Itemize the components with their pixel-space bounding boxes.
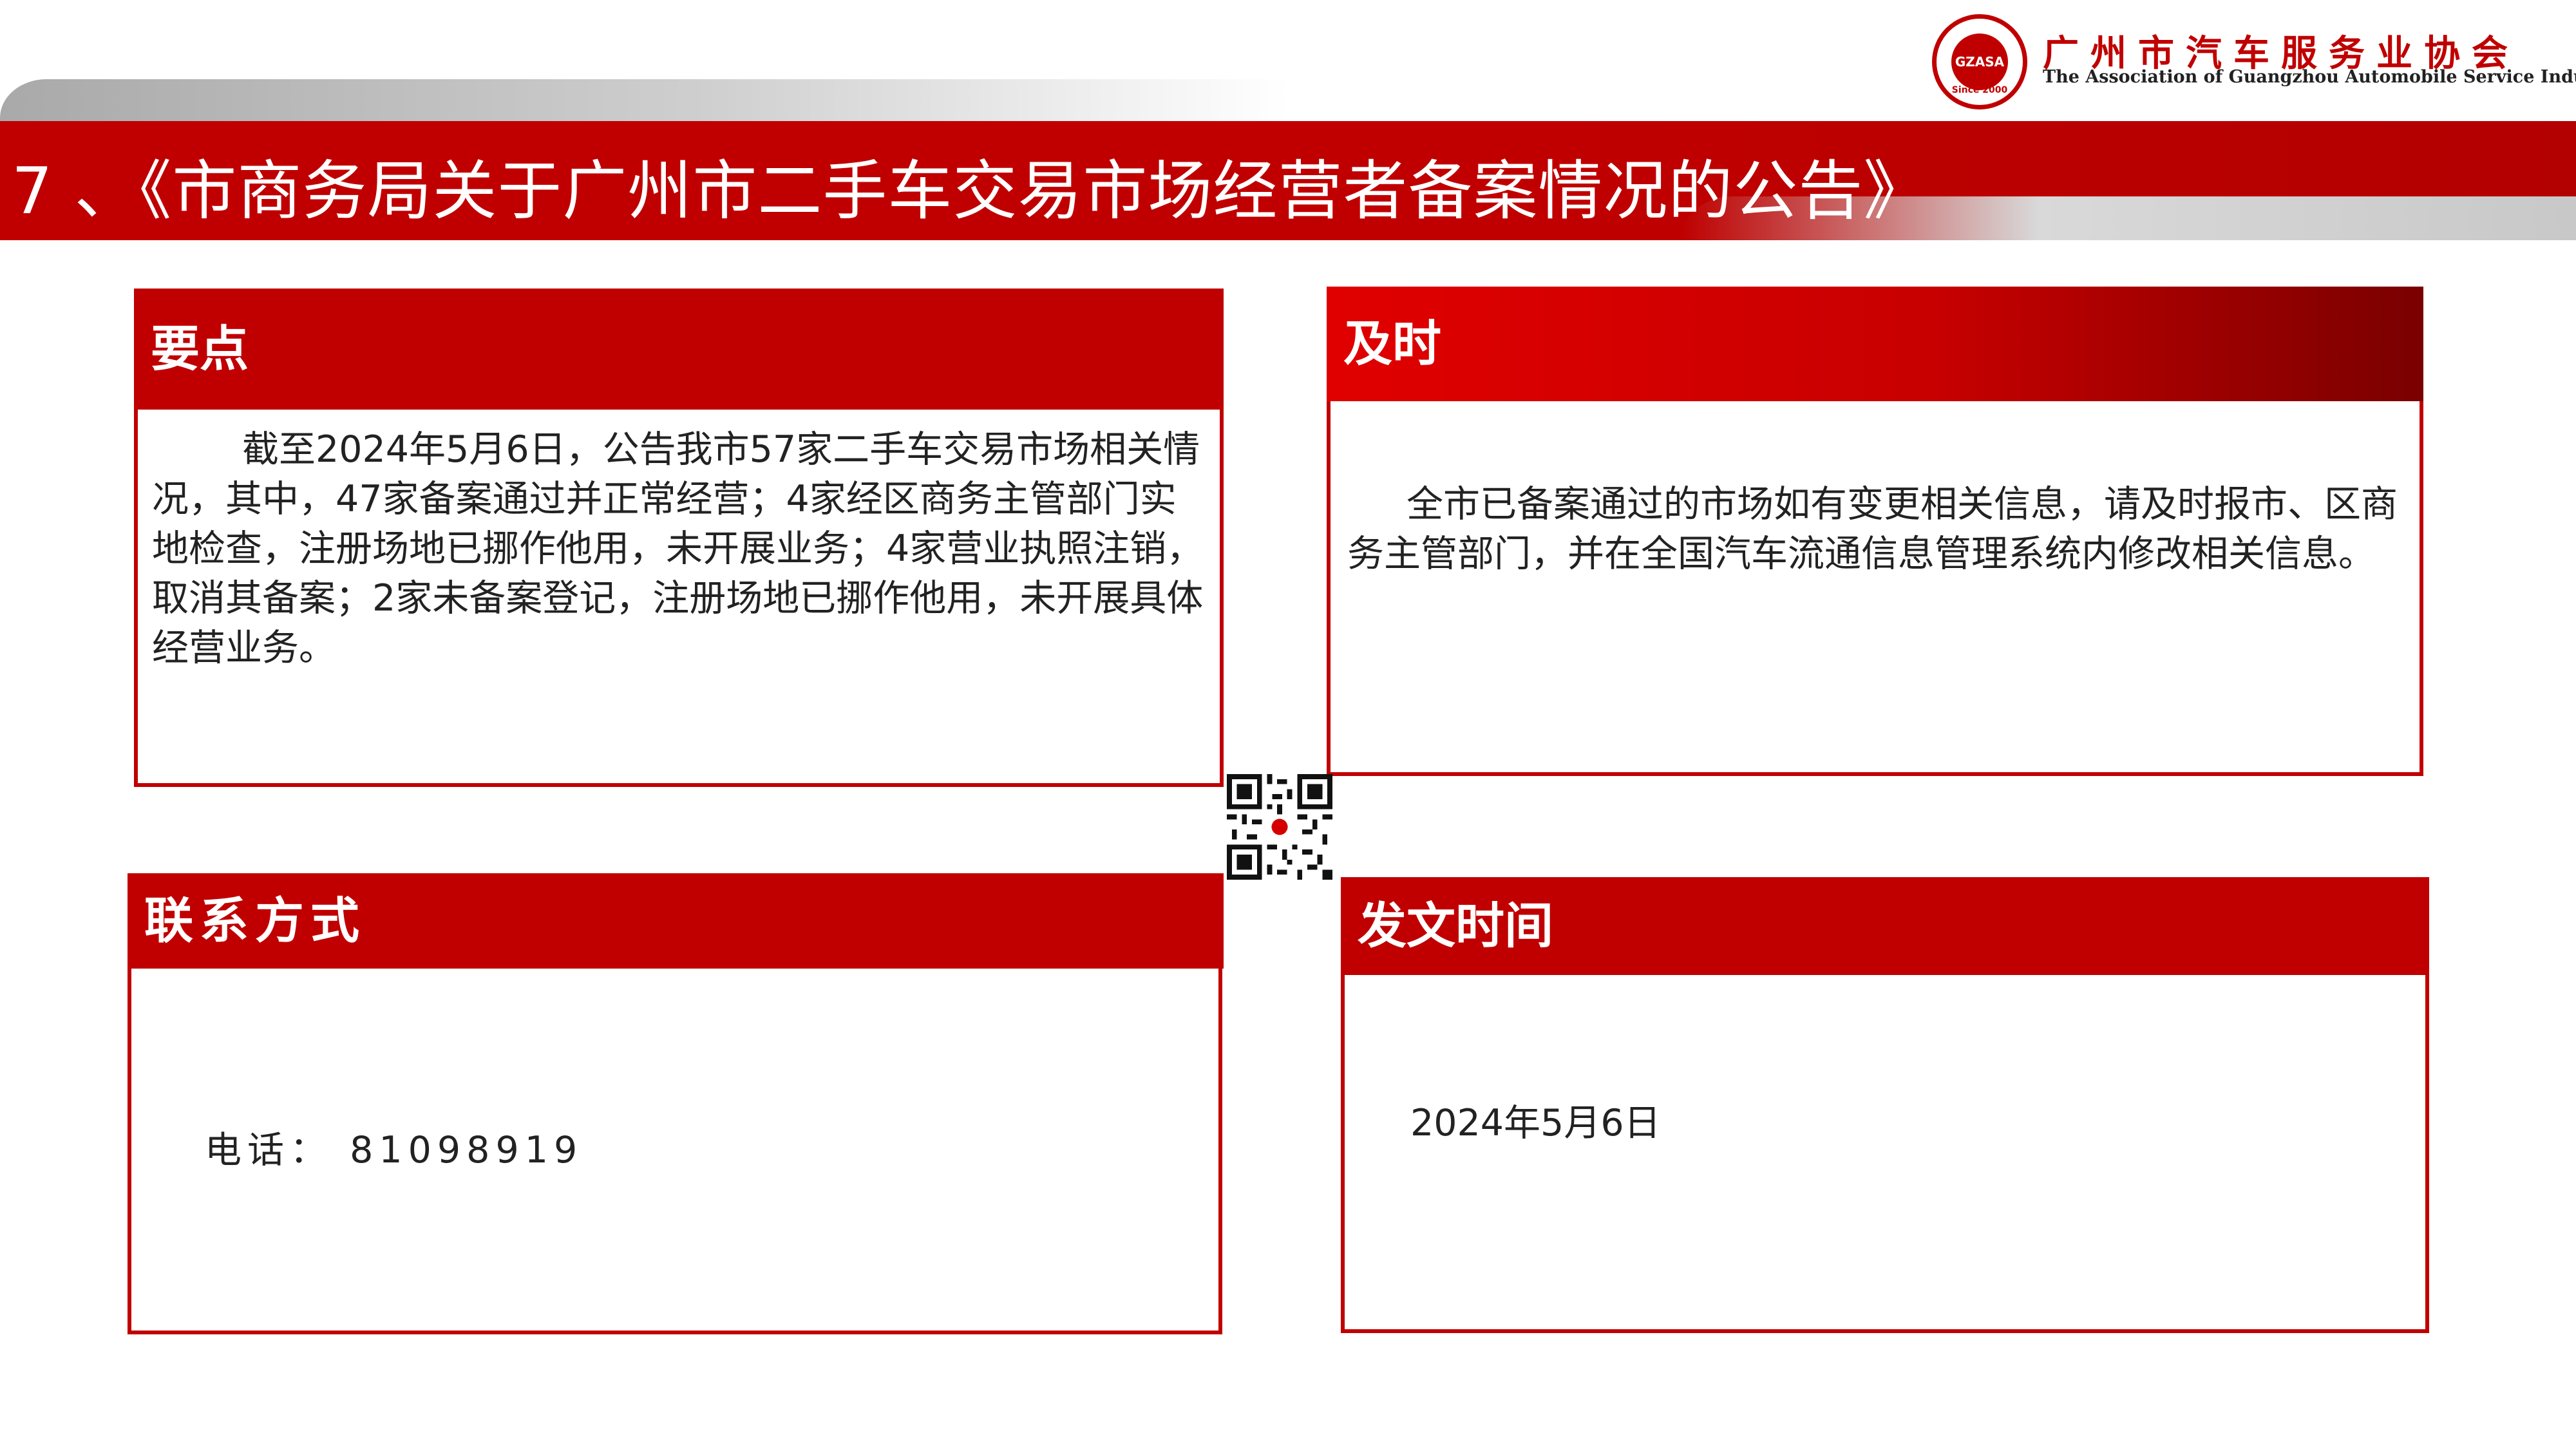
issue-date-heading: 发文时间 [1358, 897, 1553, 954]
logo-since-text: Since 2000 [1951, 85, 2008, 95]
key-points-header: 要点 [134, 289, 1224, 410]
qr-code-icon [1227, 774, 1332, 880]
header-grey-band [0, 79, 1288, 126]
issue-date-value: 2024年5月6日 [1410, 1102, 1661, 1144]
key-points-body: 截至2024年5月6日，公告我市57家二手车交易市场相关情况，其中，47家备案通… [152, 428, 1204, 669]
issue-date-header: 发文时间 [1341, 877, 2429, 975]
contact-header: 联系方式 [128, 873, 1224, 969]
logo-ring-text: GZASA [1955, 54, 2005, 70]
contact-heading: 联系方式 [144, 892, 366, 949]
slide-title: 7 、《市商务局关于广州市二手车交易市场经营者备案情况的公告》 [12, 153, 1929, 229]
logo-en-name: The Association of Guangzhou Automobile … [2043, 67, 2576, 87]
contact-phone: 电话： 81098919 [205, 1129, 583, 1171]
key-points-heading: 要点 [151, 320, 249, 377]
timely-body: 全市已备案通过的市场如有变更相关信息，请及时报市、区商务主管部门，并在全国汽车流… [1347, 483, 2398, 575]
timely-header: 及时 [1327, 287, 2423, 401]
timely-heading: 及时 [1343, 315, 1441, 372]
